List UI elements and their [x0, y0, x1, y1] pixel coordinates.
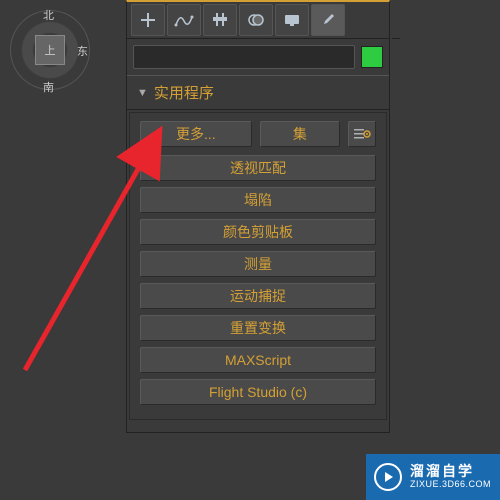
viewcube[interactable]: 上 北 东 南: [5, 5, 95, 95]
more-button[interactable]: 更多...: [140, 121, 252, 147]
color-swatch[interactable]: [361, 46, 383, 68]
utility-motion-capture[interactable]: 运动捕捉: [140, 283, 376, 309]
viewcube-face-top[interactable]: 上: [35, 35, 65, 65]
display-tool-icon[interactable]: [275, 4, 309, 36]
chevron-down-icon: ▼: [137, 87, 148, 99]
shapes-tool-icon[interactable]: [167, 4, 201, 36]
rollout-body: 更多... 集 透视匹配 塌陷 颜色剪贴板 测量 运动捕捉 重置变换 MAXSc…: [129, 112, 387, 420]
utilities-tool-icon[interactable]: [311, 4, 345, 36]
name-input[interactable]: [133, 45, 355, 69]
divider-strip: [392, 38, 400, 500]
boolean-tool-icon[interactable]: [239, 4, 273, 36]
watermark: 溜溜自学 ZIXUE.3D66.COM: [366, 454, 500, 500]
utility-top-row: 更多... 集: [140, 121, 376, 147]
viewcube-south-label: 南: [43, 79, 54, 95]
watermark-url: ZIXUE.3D66.COM: [410, 480, 491, 490]
top-toolbar: [126, 0, 390, 38]
compound-tool-icon[interactable]: [203, 4, 237, 36]
create-tool-icon[interactable]: [131, 4, 165, 36]
rollout-header-utilities[interactable]: ▼ 实用程序: [127, 75, 389, 110]
watermark-title: 溜溜自学: [410, 464, 491, 479]
utility-reset-xform[interactable]: 重置变换: [140, 315, 376, 341]
right-background: [400, 0, 500, 500]
utility-measure[interactable]: 测量: [140, 251, 376, 277]
play-icon: [374, 463, 402, 491]
utility-maxscript[interactable]: MAXScript: [140, 347, 376, 373]
configure-button[interactable]: [348, 121, 376, 147]
utility-color-clipboard[interactable]: 颜色剪贴板: [140, 219, 376, 245]
utility-perspective-match[interactable]: 透视匹配: [140, 155, 376, 181]
rollout-title: 实用程序: [154, 82, 214, 103]
search-row: [127, 39, 389, 75]
set-button[interactable]: 集: [260, 121, 340, 147]
utility-flight-studio[interactable]: Flight Studio (c): [140, 379, 376, 405]
viewcube-north-label: 北: [43, 7, 54, 23]
command-panel: ▼ 实用程序 更多... 集 透视匹配 塌陷 颜色剪贴板 测量 运动捕捉 重置变…: [126, 38, 390, 433]
viewcube-east-label: 东: [77, 43, 88, 59]
utility-collapse[interactable]: 塌陷: [140, 187, 376, 213]
